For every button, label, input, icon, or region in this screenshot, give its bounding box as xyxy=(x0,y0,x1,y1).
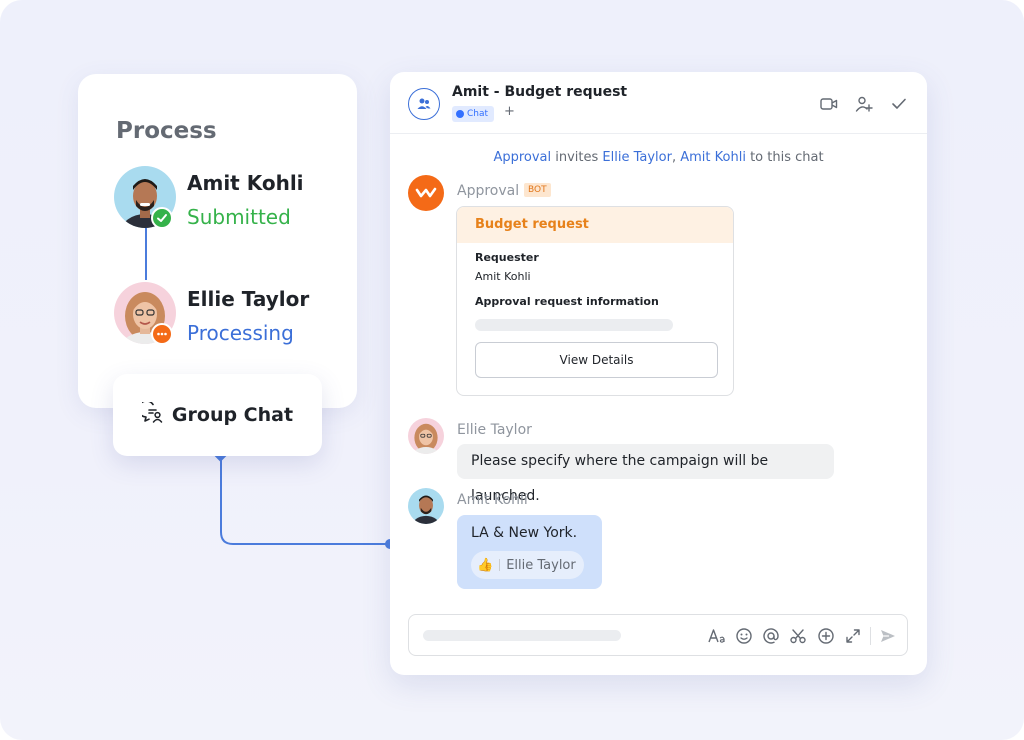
message-bubble: Please specify where the campaign will b… xyxy=(457,444,834,504)
budget-request-card: Budget request Requester Amit Kohli Appr… xyxy=(456,206,734,396)
composer-placeholder xyxy=(423,630,621,641)
sender-name: Approval xyxy=(457,183,520,199)
message-text: LA & New York. xyxy=(471,525,578,541)
step-name: Ellie Taylor xyxy=(187,287,310,311)
check-icon[interactable] xyxy=(889,94,909,114)
group-avatar-icon xyxy=(408,88,440,120)
canvas: Process Amit Kohli Submitted Ellie Taylo… xyxy=(0,0,1024,740)
reaction-user: Ellie Taylor xyxy=(506,557,576,573)
toolbar-divider xyxy=(870,627,871,645)
card-title: Budget request xyxy=(457,207,733,243)
view-details-button[interactable]: View Details xyxy=(475,342,718,378)
approval-bot-avatar xyxy=(408,175,444,211)
add-member-icon[interactable] xyxy=(854,94,874,114)
add-circle-icon[interactable] xyxy=(816,626,836,646)
more-icon xyxy=(151,323,173,345)
info-label: Approval request information xyxy=(475,295,659,308)
avatar xyxy=(408,418,444,454)
system-verb: invites xyxy=(551,150,603,165)
mention-icon[interactable] xyxy=(761,626,781,646)
expand-icon[interactable] xyxy=(843,626,863,646)
group-chat-label: Group Chat xyxy=(171,404,294,426)
send-icon[interactable] xyxy=(878,626,898,646)
invitee-link[interactable]: Amit Kohli xyxy=(680,150,746,165)
chat-window: Amit - Budget request Chat + Approval in… xyxy=(390,72,927,675)
reaction-chip[interactable]: 👍 Ellie Taylor xyxy=(471,551,584,579)
process-connector xyxy=(145,224,147,280)
requester-label: Requester xyxy=(475,251,539,264)
reaction-divider xyxy=(499,559,501,571)
system-suffix: to this chat xyxy=(745,150,824,165)
video-call-icon[interactable] xyxy=(819,94,839,114)
tab-chat-label: Chat xyxy=(467,109,489,119)
invitee-link[interactable]: Ellie Taylor xyxy=(602,150,672,165)
bot-badge: BOT xyxy=(524,183,551,197)
emoji-icon[interactable] xyxy=(734,626,754,646)
process-card: Process Amit Kohli Submitted Ellie Taylo… xyxy=(78,74,357,408)
step-status: Submitted xyxy=(187,205,291,229)
add-tab-button[interactable]: + xyxy=(504,104,515,119)
check-icon xyxy=(151,207,173,229)
sender-name: Amit Kohli xyxy=(457,492,528,508)
chat-bubble-icon xyxy=(456,110,464,118)
chat-title: Amit - Budget request xyxy=(452,84,628,100)
message-composer[interactable] xyxy=(408,614,908,656)
sender-name: Ellie Taylor xyxy=(457,422,532,438)
system-actor-link[interactable]: Approval xyxy=(493,150,551,165)
scissors-icon[interactable] xyxy=(788,626,808,646)
group-chat-button[interactable]: Group Chat xyxy=(113,374,322,456)
process-title: Process xyxy=(116,118,217,144)
message-bubble: LA & New York. 👍 Ellie Taylor xyxy=(457,515,602,589)
tab-chat[interactable]: Chat xyxy=(452,106,495,122)
thumbs-up-icon: 👍 xyxy=(477,557,494,573)
system-comma: , xyxy=(671,150,681,165)
group-chat-icon xyxy=(137,400,164,428)
step-name: Amit Kohli xyxy=(187,171,304,195)
avatar xyxy=(408,488,444,524)
system-message: Approval invites Ellie Taylor, Amit Kohl… xyxy=(390,150,927,165)
info-placeholder xyxy=(475,319,673,331)
text-format-icon[interactable] xyxy=(707,626,727,646)
step-status: Processing xyxy=(187,321,294,345)
requester-value: Amit Kohli xyxy=(475,270,531,283)
chat-header: Amit - Budget request Chat + xyxy=(390,72,927,134)
